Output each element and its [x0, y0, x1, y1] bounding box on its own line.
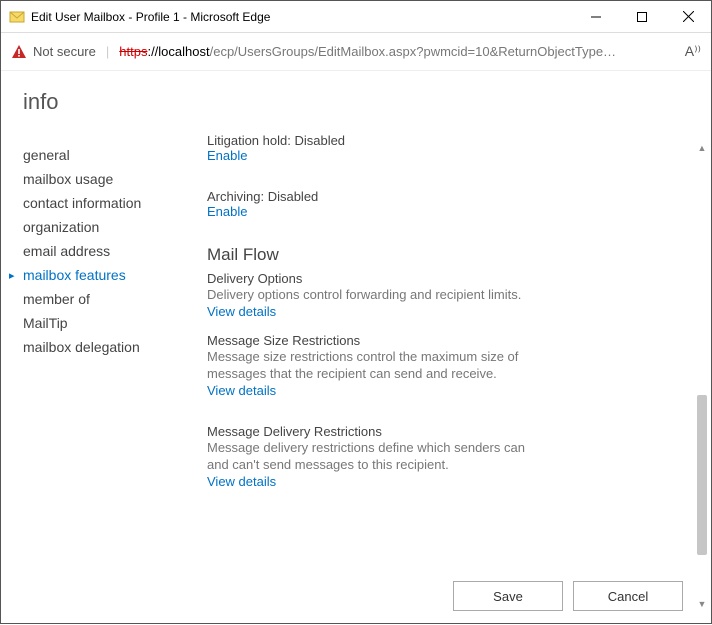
- delivery-view-details-link[interactable]: View details: [207, 304, 675, 319]
- archiving-enable-link[interactable]: Enable: [207, 204, 675, 219]
- mailflow-title: Mail Flow: [207, 245, 675, 265]
- nav-item-organization[interactable]: organization: [23, 215, 207, 239]
- close-button[interactable]: [665, 1, 711, 33]
- security-indicator[interactable]: Not secure: [11, 44, 96, 60]
- size-desc: Message size restrictions control the ma…: [207, 348, 537, 383]
- scroll-thumb[interactable]: [697, 395, 707, 555]
- cancel-button[interactable]: Cancel: [573, 581, 683, 611]
- footer-buttons: Save Cancel: [453, 581, 683, 611]
- address-separator: |: [106, 44, 109, 59]
- url-scheme: https: [119, 44, 147, 59]
- msgdel-block: Message Delivery Restrictions Message de…: [207, 424, 675, 489]
- read-aloud-icon[interactable]: A⁾⁾: [685, 43, 701, 60]
- litigation-block: Litigation hold: Disabled Enable: [207, 133, 675, 163]
- content-area: info generalmailbox usagecontact informa…: [1, 71, 711, 565]
- mailflow-section: Mail Flow Delivery Options Delivery opti…: [207, 245, 675, 319]
- archiving-block: Archiving: Disabled Enable: [207, 189, 675, 219]
- url-text[interactable]: https://localhost/ecp/UsersGroups/EditMa…: [119, 44, 675, 59]
- size-block: Message Size Restrictions Message size r…: [207, 333, 675, 398]
- vertical-scrollbar[interactable]: ▲ ▼: [695, 141, 709, 611]
- nav-item-mailbox-features[interactable]: mailbox features: [23, 263, 207, 287]
- delivery-desc: Delivery options control forwarding and …: [207, 286, 537, 304]
- nav-item-mailbox-usage[interactable]: mailbox usage: [23, 167, 207, 191]
- save-button[interactable]: Save: [453, 581, 563, 611]
- page-title: info: [23, 89, 207, 115]
- window-titlebar: Edit User Mailbox - Profile 1 - Microsof…: [1, 1, 711, 33]
- url-path: /ecp/UsersGroups/EditMailbox.aspx?pwmcid…: [210, 44, 616, 59]
- maximize-button[interactable]: [619, 1, 665, 33]
- msgdel-view-details-link[interactable]: View details: [207, 474, 675, 489]
- url-host: ://localhost: [147, 44, 209, 59]
- nav-item-general[interactable]: general: [23, 143, 207, 167]
- msgdel-head: Message Delivery Restrictions: [207, 424, 675, 439]
- warning-icon: [11, 44, 27, 60]
- size-head: Message Size Restrictions: [207, 333, 675, 348]
- details-pane: Litigation hold: Disabled Enable Archivi…: [207, 89, 697, 565]
- window-favicon: [9, 9, 25, 25]
- scroll-up-icon[interactable]: ▲: [695, 141, 709, 155]
- scroll-down-icon[interactable]: ▼: [695, 597, 709, 611]
- archiving-label: Archiving: Disabled: [207, 189, 675, 204]
- side-nav: generalmailbox usagecontact informationo…: [23, 143, 207, 359]
- address-bar: Not secure | https://localhost/ecp/Users…: [1, 33, 711, 71]
- size-view-details-link[interactable]: View details: [207, 383, 675, 398]
- litigation-label: Litigation hold: Disabled: [207, 133, 675, 148]
- nav-item-mailbox-delegation[interactable]: mailbox delegation: [23, 335, 207, 359]
- nav-item-contact-information[interactable]: contact information: [23, 191, 207, 215]
- msgdel-desc: Message delivery restrictions define whi…: [207, 439, 537, 474]
- nav-item-MailTip[interactable]: MailTip: [23, 311, 207, 335]
- nav-item-member-of[interactable]: member of: [23, 287, 207, 311]
- nav-item-email-address[interactable]: email address: [23, 239, 207, 263]
- delivery-head: Delivery Options: [207, 271, 675, 286]
- litigation-enable-link[interactable]: Enable: [207, 148, 675, 163]
- page-body: info generalmailbox usagecontact informa…: [1, 71, 711, 625]
- not-secure-label: Not secure: [33, 44, 96, 59]
- window-controls: [573, 1, 711, 33]
- window-title: Edit User Mailbox - Profile 1 - Microsof…: [31, 10, 573, 24]
- minimize-button[interactable]: [573, 1, 619, 33]
- left-column: info generalmailbox usagecontact informa…: [23, 89, 207, 565]
- scroll-track[interactable]: [695, 155, 709, 597]
